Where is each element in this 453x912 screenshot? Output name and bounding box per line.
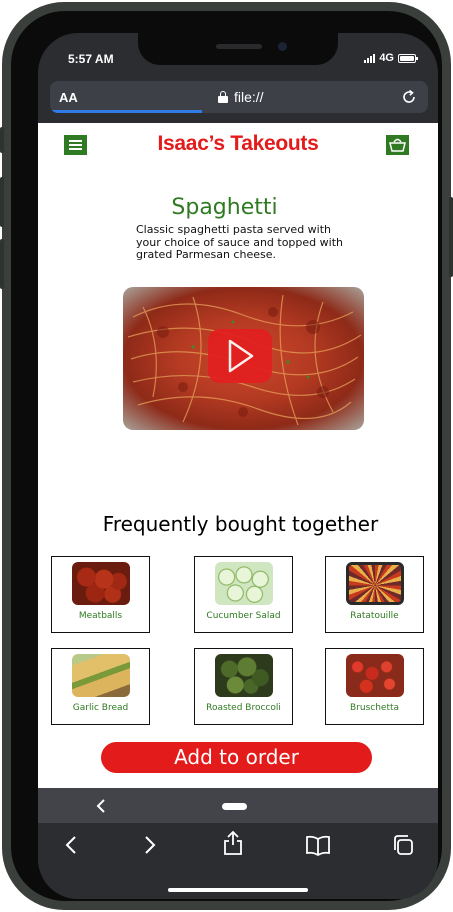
ratatouille-image <box>346 562 404 605</box>
phone-bezel: 5:57 AM 4G AA file:// Isaac’s Takeouts S… <box>11 11 442 901</box>
earpiece-speaker <box>216 44 262 49</box>
play-glyph <box>228 339 254 373</box>
site-brand[interactable]: Isaac’s Takeouts <box>38 132 438 156</box>
related-item-label: Ratatouille <box>350 611 399 621</box>
add-to-order-button[interactable]: Add to order <box>101 742 372 773</box>
address-bar[interactable]: AA file:// <box>50 81 428 113</box>
web-content: Isaac’s Takeouts Spaghetti Classic spagh… <box>38 123 438 788</box>
battery-icon <box>398 53 418 63</box>
page-navigation-strip <box>38 788 438 823</box>
front-camera <box>278 42 287 51</box>
signal-icon <box>364 53 376 63</box>
status-time: 5:57 AM <box>68 52 114 66</box>
basket-glyph <box>389 138 406 152</box>
related-item-ratatouille[interactable]: Ratatouille <box>325 556 424 633</box>
dish-description: Classic spaghetti pasta served with your… <box>136 223 343 261</box>
share-icon[interactable] <box>222 830 244 856</box>
phone-frame: 5:57 AM 4G AA file:// Isaac’s Takeouts S… <box>0 2 453 910</box>
lock-icon <box>218 91 228 103</box>
related-item-label: Garlic Bread <box>72 703 129 713</box>
status-indicators: 4G <box>364 52 418 64</box>
back-icon[interactable] <box>62 833 82 857</box>
meatballs-image <box>72 562 130 605</box>
network-type: 4G <box>379 52 394 64</box>
related-item-cucumber-salad[interactable]: Cucumber Salad <box>194 556 293 633</box>
phone-screen: 5:57 AM 4G AA file:// Isaac’s Takeouts S… <box>38 33 438 899</box>
related-item-label: Roasted Broccoli <box>206 703 281 713</box>
related-item-label: Meatballs <box>78 611 123 621</box>
browser-toolbar <box>38 788 438 899</box>
power-button <box>449 197 453 277</box>
cucumber-salad-image <box>215 562 273 605</box>
chevron-left-icon[interactable] <box>94 798 108 814</box>
dish-title: Spaghetti <box>171 195 278 220</box>
text-size-button[interactable]: AA <box>59 90 78 105</box>
related-item-label: Bruschetta <box>349 703 400 713</box>
tab-indicator-pill[interactable] <box>222 803 247 810</box>
silent-switch <box>0 127 4 153</box>
bruschetta-image <box>346 654 404 697</box>
reload-icon[interactable] <box>400 88 418 106</box>
roasted-broccoli-image <box>215 654 273 697</box>
related-item-garlic-bread[interactable]: Garlic Bread <box>51 648 150 725</box>
bookmarks-icon[interactable] <box>305 833 331 857</box>
url-text: file:// <box>234 89 264 105</box>
related-item-roasted-broccoli[interactable]: Roasted Broccoli <box>194 648 293 725</box>
basket-icon[interactable] <box>386 135 409 155</box>
url-display[interactable]: file:// <box>218 89 264 105</box>
dish-video[interactable] <box>123 287 364 430</box>
page-load-progress <box>50 110 202 113</box>
forward-icon[interactable] <box>139 833 159 857</box>
frequently-bought-heading: Frequently bought together <box>102 512 379 536</box>
play-icon[interactable] <box>208 329 272 383</box>
volume-down-button <box>0 239 4 289</box>
related-item-label: Cucumber Salad <box>206 611 281 621</box>
related-item-meatballs[interactable]: Meatballs <box>51 556 150 633</box>
notch <box>138 33 338 65</box>
home-indicator[interactable] <box>168 888 308 892</box>
volume-up-button <box>0 177 4 227</box>
tabs-icon[interactable] <box>391 833 415 857</box>
related-item-bruschetta[interactable]: Bruschetta <box>325 648 424 725</box>
garlic-bread-image <box>72 654 130 697</box>
